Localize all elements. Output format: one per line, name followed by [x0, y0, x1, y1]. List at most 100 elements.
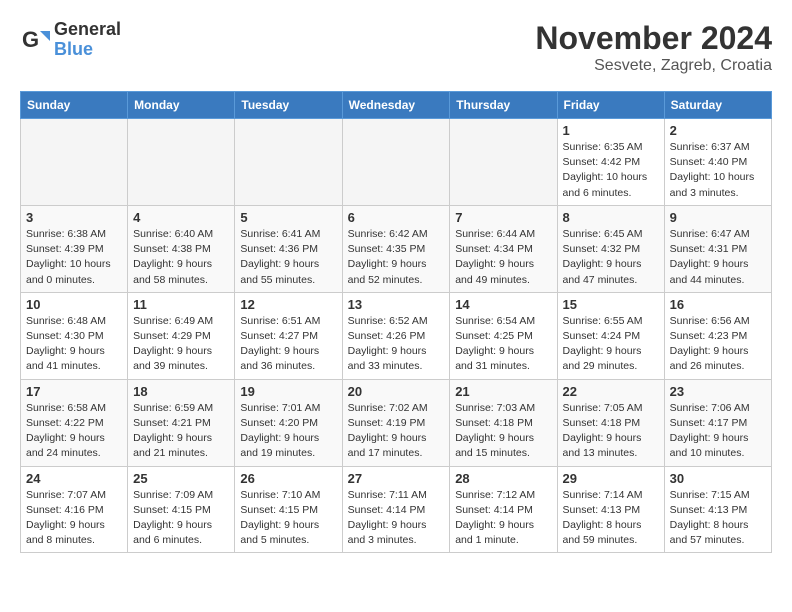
day-number: 13	[348, 297, 445, 312]
calendar-cell: 17 Sunrise: 6:58 AMSunset: 4:22 PMDayligh…	[21, 379, 128, 466]
day-info: Sunrise: 6:51 AMSunset: 4:27 PMDaylight:…	[240, 314, 336, 375]
day-header-thursday: Thursday	[450, 92, 557, 119]
calendar-cell: 21 Sunrise: 7:03 AMSunset: 4:18 PMDayligh…	[450, 379, 557, 466]
day-number: 25	[133, 471, 229, 486]
calendar-week-4: 17 Sunrise: 6:58 AMSunset: 4:22 PMDayligh…	[21, 379, 772, 466]
day-info: Sunrise: 7:10 AMSunset: 4:15 PMDaylight:…	[240, 488, 336, 549]
day-number: 4	[133, 210, 229, 225]
day-info: Sunrise: 6:59 AMSunset: 4:21 PMDaylight:…	[133, 401, 229, 462]
calendar-cell	[450, 119, 557, 206]
calendar-week-5: 24 Sunrise: 7:07 AMSunset: 4:16 PMDayligh…	[21, 466, 772, 553]
day-info: Sunrise: 6:58 AMSunset: 4:22 PMDaylight:…	[26, 401, 122, 462]
day-info: Sunrise: 6:47 AMSunset: 4:31 PMDaylight:…	[670, 227, 766, 288]
calendar-cell: 13 Sunrise: 6:52 AMSunset: 4:26 PMDayligh…	[342, 292, 450, 379]
calendar-week-1: 1 Sunrise: 6:35 AMSunset: 4:42 PMDaylight…	[21, 119, 772, 206]
day-number: 24	[26, 471, 122, 486]
logo-icon: G	[20, 25, 50, 55]
calendar-cell: 14 Sunrise: 6:54 AMSunset: 4:25 PMDayligh…	[450, 292, 557, 379]
calendar-cell	[128, 119, 235, 206]
day-header-saturday: Saturday	[664, 92, 771, 119]
logo-text: General Blue	[54, 20, 121, 60]
day-number: 12	[240, 297, 336, 312]
day-info: Sunrise: 6:48 AMSunset: 4:30 PMDaylight:…	[26, 314, 122, 375]
calendar-cell: 9 Sunrise: 6:47 AMSunset: 4:31 PMDaylight…	[664, 205, 771, 292]
day-number: 11	[133, 297, 229, 312]
day-number: 21	[455, 384, 551, 399]
calendar-cell: 8 Sunrise: 6:45 AMSunset: 4:32 PMDaylight…	[557, 205, 664, 292]
calendar-cell: 27Sunrise: 7:11 AMSunset: 4:14 PMDayligh…	[342, 466, 450, 553]
calendar-title: November 2024	[535, 20, 772, 57]
calendar-cell	[342, 119, 450, 206]
calendar-cell: 22 Sunrise: 7:05 AMSunset: 4:18 PMDayligh…	[557, 379, 664, 466]
logo-line1: General	[54, 20, 121, 40]
day-info: Sunrise: 6:49 AMSunset: 4:29 PMDaylight:…	[133, 314, 229, 375]
calendar-cell: 26 Sunrise: 7:10 AMSunset: 4:15 PMDayligh…	[235, 466, 342, 553]
day-number: 9	[670, 210, 766, 225]
day-number: 22	[563, 384, 659, 399]
day-number: 17	[26, 384, 122, 399]
day-info: Sunrise: 7:07 AMSunset: 4:16 PMDaylight:…	[26, 488, 122, 549]
day-info: Sunrise: 7:14 AMSunset: 4:13 PMDaylight:…	[563, 488, 659, 549]
day-number: 20	[348, 384, 445, 399]
calendar-cell	[235, 119, 342, 206]
calendar-cell: 24 Sunrise: 7:07 AMSunset: 4:16 PMDayligh…	[21, 466, 128, 553]
day-info: Sunrise: 7:05 AMSunset: 4:18 PMDaylight:…	[563, 401, 659, 462]
calendar-cell: 29 Sunrise: 7:14 AMSunset: 4:13 PMDayligh…	[557, 466, 664, 553]
calendar-cell: 25 Sunrise: 7:09 AMSunset: 4:15 PMDayligh…	[128, 466, 235, 553]
day-number: 14	[455, 297, 551, 312]
day-info: Sunrise: 7:06 AMSunset: 4:17 PMDaylight:…	[670, 401, 766, 462]
calendar-header-row: SundayMondayTuesdayWednesdayThursdayFrid…	[21, 92, 772, 119]
calendar-cell: 3 Sunrise: 6:38 AMSunset: 4:39 PMDaylight…	[21, 205, 128, 292]
day-number: 19	[240, 384, 336, 399]
day-header-monday: Monday	[128, 92, 235, 119]
day-number: 8	[563, 210, 659, 225]
day-info: Sunrise: 7:09 AMSunset: 4:15 PMDaylight:…	[133, 488, 229, 549]
calendar-cell: 11 Sunrise: 6:49 AMSunset: 4:29 PMDayligh…	[128, 292, 235, 379]
svg-text:G: G	[22, 27, 39, 52]
calendar-cell: 19 Sunrise: 7:01 AMSunset: 4:20 PMDayligh…	[235, 379, 342, 466]
day-number: 15	[563, 297, 659, 312]
day-number: 3	[26, 210, 122, 225]
calendar-cell	[21, 119, 128, 206]
day-number: 23	[670, 384, 766, 399]
calendar-cell: 20Sunrise: 7:02 AMSunset: 4:19 PMDayligh…	[342, 379, 450, 466]
day-info: Sunrise: 6:55 AMSunset: 4:24 PMDaylight:…	[563, 314, 659, 375]
calendar-cell: 7Sunrise: 6:44 AMSunset: 4:34 PMDaylight…	[450, 205, 557, 292]
day-info: Sunrise: 6:42 AMSunset: 4:35 PMDaylight:…	[348, 227, 445, 288]
day-number: 2	[670, 123, 766, 138]
day-info: Sunrise: 6:45 AMSunset: 4:32 PMDaylight:…	[563, 227, 659, 288]
day-header-tuesday: Tuesday	[235, 92, 342, 119]
calendar-cell: 6Sunrise: 6:42 AMSunset: 4:35 PMDaylight…	[342, 205, 450, 292]
day-header-sunday: Sunday	[21, 92, 128, 119]
page-header: G General Blue November 2024 Sesvete, Za…	[20, 20, 772, 75]
calendar-cell: 30Sunrise: 7:15 AMSunset: 4:13 PMDayligh…	[664, 466, 771, 553]
day-number: 28	[455, 471, 551, 486]
day-info: Sunrise: 6:38 AMSunset: 4:39 PMDaylight:…	[26, 227, 122, 288]
calendar-week-2: 3 Sunrise: 6:38 AMSunset: 4:39 PMDaylight…	[21, 205, 772, 292]
day-number: 5	[240, 210, 336, 225]
calendar-cell: 15 Sunrise: 6:55 AMSunset: 4:24 PMDayligh…	[557, 292, 664, 379]
day-info: Sunrise: 7:03 AMSunset: 4:18 PMDaylight:…	[455, 401, 551, 462]
logo-line2: Blue	[54, 40, 121, 60]
day-number: 26	[240, 471, 336, 486]
day-number: 1	[563, 123, 659, 138]
calendar-cell: 4 Sunrise: 6:40 AMSunset: 4:38 PMDaylight…	[128, 205, 235, 292]
calendar-cell: 2Sunrise: 6:37 AMSunset: 4:40 PMDaylight…	[664, 119, 771, 206]
day-info: Sunrise: 6:44 AMSunset: 4:34 PMDaylight:…	[455, 227, 551, 288]
day-number: 10	[26, 297, 122, 312]
day-number: 29	[563, 471, 659, 486]
day-info: Sunrise: 6:54 AMSunset: 4:25 PMDaylight:…	[455, 314, 551, 375]
day-info: Sunrise: 6:52 AMSunset: 4:26 PMDaylight:…	[348, 314, 445, 375]
day-number: 16	[670, 297, 766, 312]
day-info: Sunrise: 6:35 AMSunset: 4:42 PMDaylight:…	[563, 140, 659, 201]
day-info: Sunrise: 7:12 AMSunset: 4:14 PMDaylight:…	[455, 488, 551, 549]
calendar-cell: 28 Sunrise: 7:12 AMSunset: 4:14 PMDayligh…	[450, 466, 557, 553]
calendar-cell: 1 Sunrise: 6:35 AMSunset: 4:42 PMDaylight…	[557, 119, 664, 206]
day-info: Sunrise: 7:01 AMSunset: 4:20 PMDaylight:…	[240, 401, 336, 462]
day-info: Sunrise: 6:40 AMSunset: 4:38 PMDaylight:…	[133, 227, 229, 288]
day-header-wednesday: Wednesday	[342, 92, 450, 119]
day-number: 18	[133, 384, 229, 399]
calendar-subtitle: Sesvete, Zagreb, Croatia	[535, 57, 772, 75]
calendar-cell: 23 Sunrise: 7:06 AMSunset: 4:17 PMDayligh…	[664, 379, 771, 466]
day-number: 27	[348, 471, 445, 486]
